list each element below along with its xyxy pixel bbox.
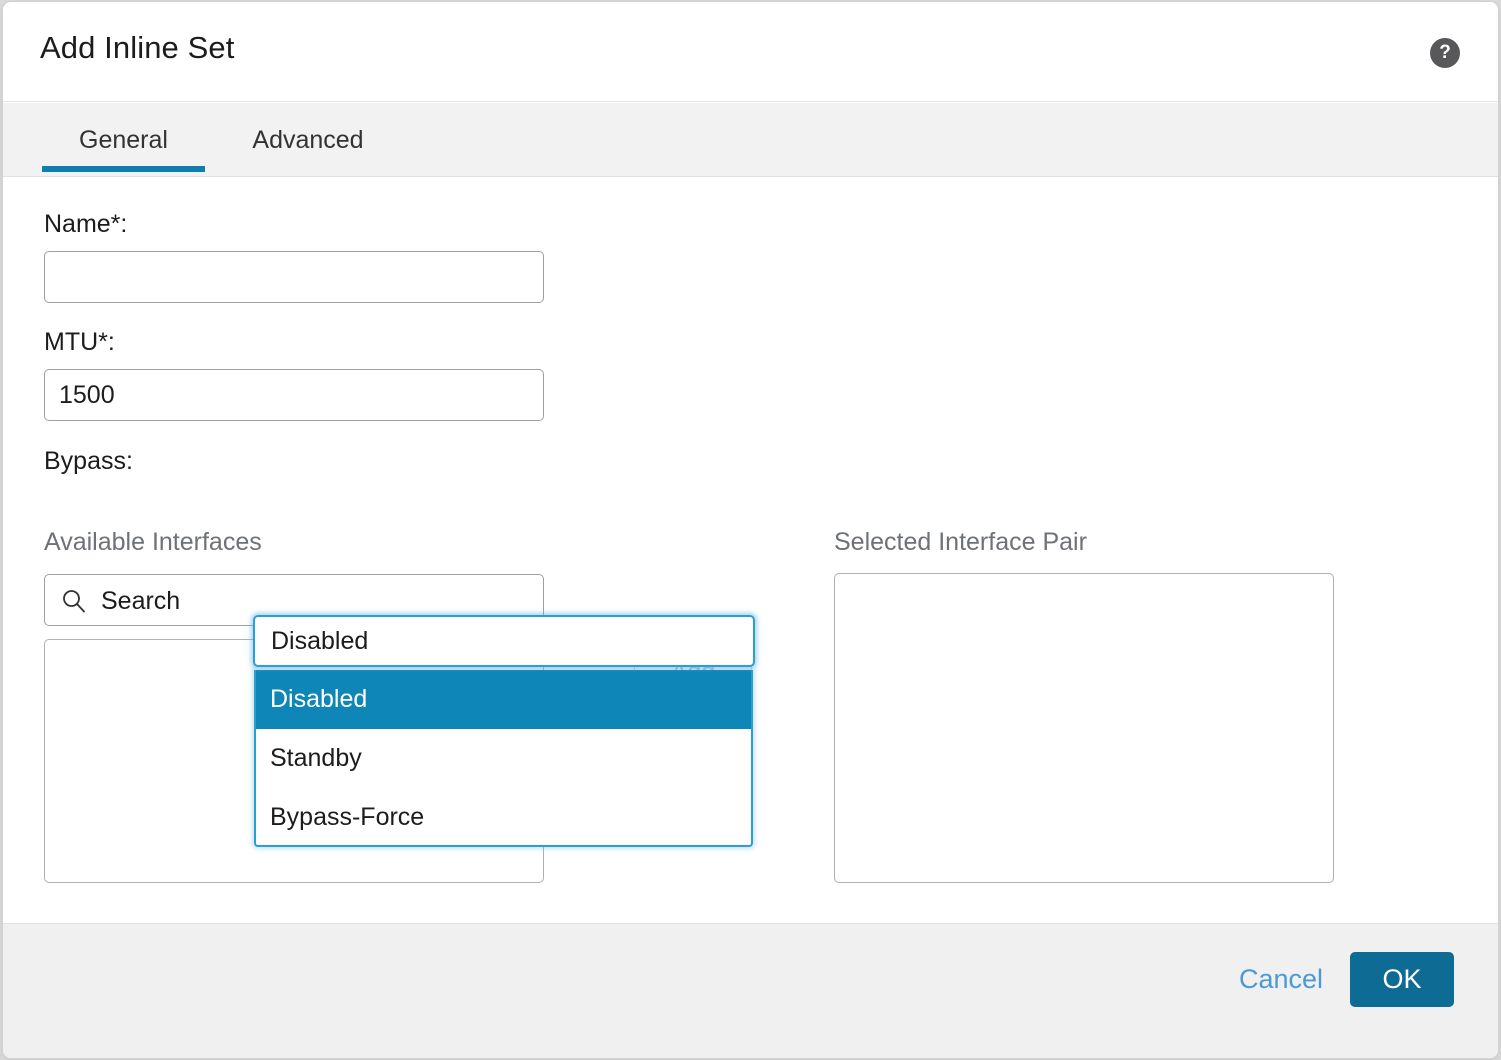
tab-active-underline	[42, 166, 205, 172]
dialog-body: Name*: MTU*: Bypass: Available Interface…	[3, 178, 1498, 923]
bypass-select-options[interactable]: Disabled Standby Bypass-Force	[254, 670, 753, 847]
dialog-footer: Cancel OK	[3, 923, 1498, 1058]
name-label: Name*:	[44, 210, 127, 239]
mtu-input[interactable]	[44, 369, 544, 421]
search-icon	[61, 588, 87, 614]
ok-button[interactable]: OK	[1350, 952, 1454, 1007]
bypass-label: Bypass:	[44, 447, 133, 476]
cancel-button[interactable]: Cancel	[1239, 964, 1323, 995]
help-icon[interactable]: ?	[1430, 38, 1460, 68]
tab-bar: General Advanced	[3, 103, 1498, 177]
page-title: Add Inline Set	[40, 30, 234, 66]
bypass-option-standby[interactable]: Standby	[256, 729, 751, 788]
selected-interface-pair-label: Selected Interface Pair	[834, 528, 1087, 557]
tab-general[interactable]: General	[42, 103, 205, 177]
bypass-option-bypass-force[interactable]: Bypass-Force	[256, 788, 751, 847]
mtu-label: MTU*:	[44, 328, 115, 357]
name-input[interactable]	[44, 251, 544, 303]
bypass-select-trigger[interactable]: Disabled	[253, 615, 755, 667]
available-interfaces-label: Available Interfaces	[44, 528, 262, 557]
dialog-header: Add Inline Set ?	[3, 2, 1498, 102]
selected-interface-pair-list[interactable]	[834, 573, 1334, 883]
add-inline-set-dialog: Add Inline Set ? General Advanced Name*:…	[3, 2, 1498, 1058]
tab-general-label: General	[79, 126, 168, 154]
tab-advanced-label: Advanced	[252, 126, 363, 154]
tab-advanced[interactable]: Advanced	[241, 103, 375, 177]
bypass-option-disabled[interactable]: Disabled	[256, 670, 751, 729]
